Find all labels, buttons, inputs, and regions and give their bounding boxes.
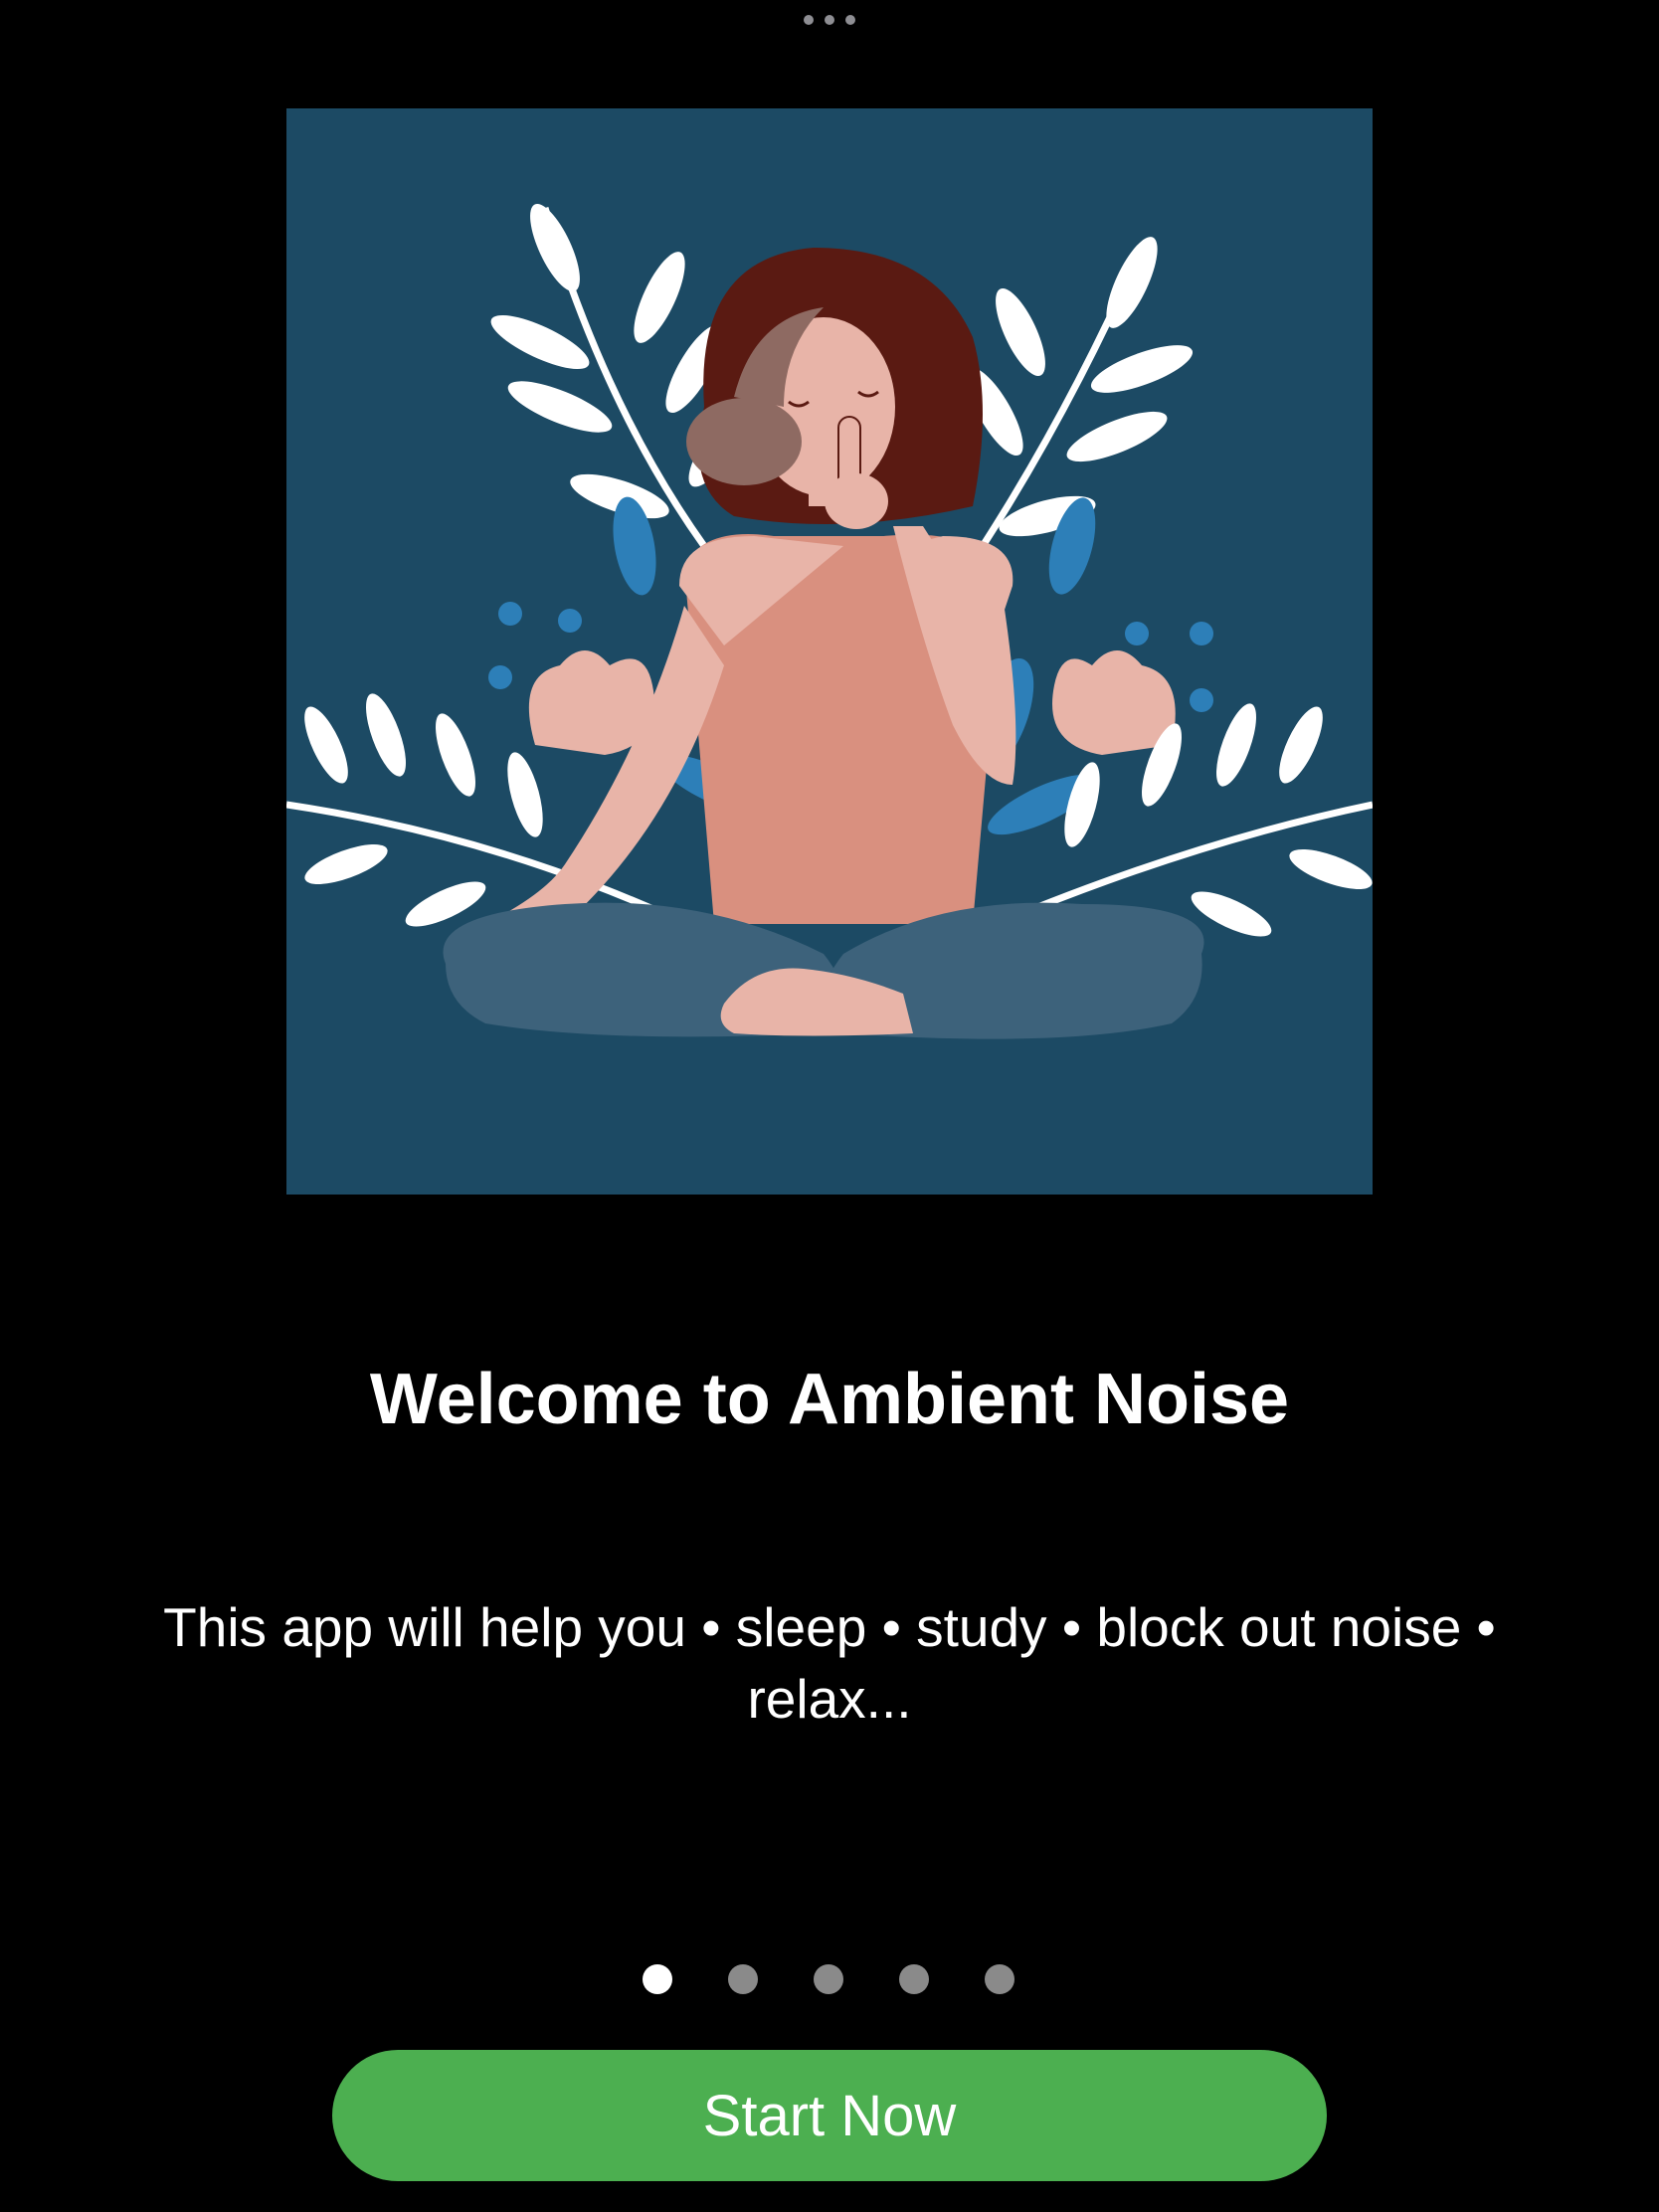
handle-dot — [804, 15, 814, 25]
page-dot-2[interactable] — [728, 1964, 758, 1994]
start-now-button[interactable]: Start Now — [332, 2050, 1327, 2181]
page-dot-3[interactable] — [814, 1964, 843, 1994]
page-dot-5[interactable] — [985, 1964, 1014, 1994]
more-dots-icon[interactable] — [804, 10, 855, 30]
page-dot-4[interactable] — [899, 1964, 929, 1994]
meditating-woman-illustration — [286, 108, 1373, 1195]
welcome-title: Welcome to Ambient Noise — [369, 1360, 1290, 1439]
handle-dot — [845, 15, 855, 25]
page-dot-1-active[interactable] — [643, 1964, 672, 1994]
handle-dot — [825, 15, 834, 25]
page-indicator — [0, 1964, 1659, 1994]
welcome-subtitle: This app will help you • sleep • study •… — [163, 1596, 1496, 1730]
